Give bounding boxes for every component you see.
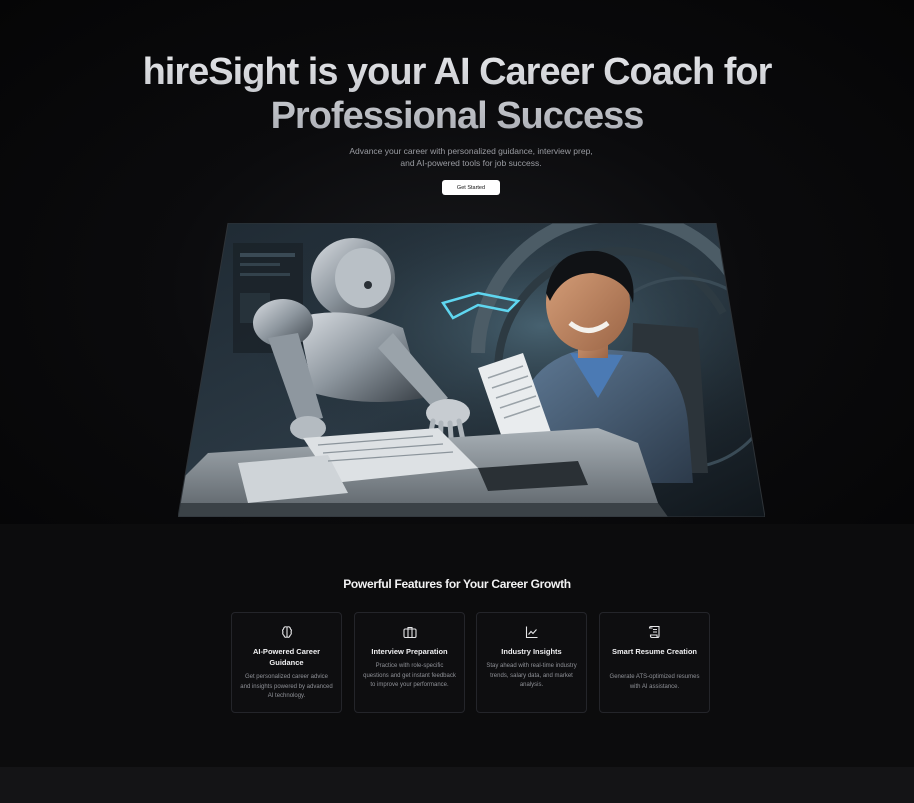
feature-card-title: Smart Resume Creation	[611, 647, 698, 656]
hero-section: hireSight is your AI Career Coach for Pr…	[0, 0, 914, 524]
features-section: Powerful Features for Your Career Growth…	[0, 524, 914, 767]
hero-illustration	[178, 223, 765, 517]
feature-card-description: Get personalized career advice and insig…	[240, 674, 333, 699]
feature-card-description: Stay ahead with real-time industry trend…	[486, 663, 577, 688]
briefcase-icon	[403, 626, 417, 639]
next-section-band	[0, 767, 914, 803]
feature-card-title: Interview Preparation	[371, 647, 448, 656]
scroll-text-icon	[648, 625, 660, 639]
hero-title-line1: hireSight is your AI Career Coach for	[142, 51, 772, 93]
feature-card-description: Generate ATS-optimized resumes with AI a…	[609, 674, 700, 690]
feature-card-smart-resume[interactable]: Smart Resume Creation Generate ATS-optim…	[599, 612, 710, 713]
feature-card-title: Industry Insights	[501, 647, 562, 656]
hero-title-line2: Professional Success	[270, 95, 644, 137]
line-chart-icon	[525, 626, 538, 639]
features-title: Powerful Features for Your Career Growth	[343, 577, 571, 591]
landing-page: hireSight is your AI Career Coach for Pr…	[0, 0, 914, 803]
feature-card-description: Practice with role-specific questions an…	[363, 663, 456, 688]
feature-card-interview-prep[interactable]: Interview Preparation Practice with role…	[354, 612, 465, 713]
feature-card-title: AI-Powered Career Guidance	[252, 647, 321, 667]
feature-card-industry-insights[interactable]: Industry Insights Stay ahead with real-t…	[476, 612, 587, 713]
hero-subtitle: Advance your career with personalized gu…	[349, 146, 593, 168]
hero-title: hireSight is your AI Career Coach for Pr…	[0, 50, 914, 138]
feature-card-career-guidance[interactable]: AI-Powered Career Guidance Get personali…	[231, 612, 342, 713]
get-started-button[interactable]: Get Started	[442, 180, 500, 195]
brain-icon	[282, 626, 292, 638]
